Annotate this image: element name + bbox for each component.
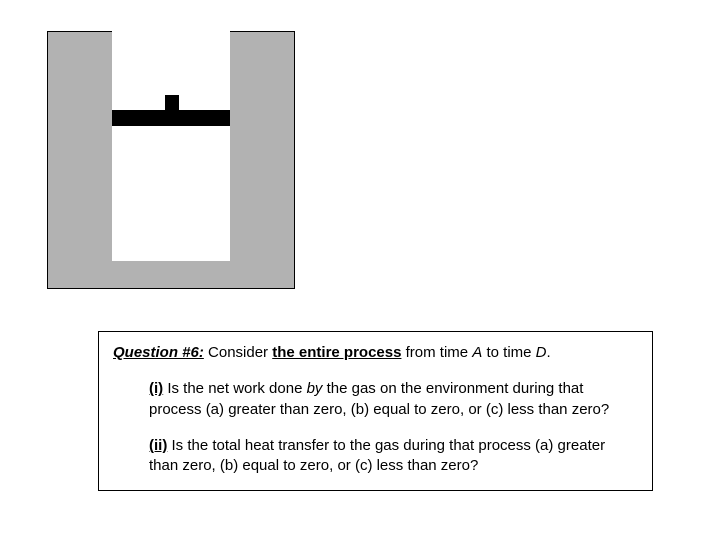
piston	[112, 110, 230, 126]
part-ii-text: Is the total heat transfer to the gas du…	[149, 437, 605, 474]
cylinder-cavity	[112, 31, 230, 261]
question-title: Question #6: Consider the entire process…	[113, 343, 636, 363]
title-text-2: from time	[401, 344, 472, 361]
title-end: .	[547, 344, 551, 361]
part-ii: (ii) Is the total heat transfer to the g…	[149, 436, 636, 477]
part-i-by: by	[307, 380, 323, 397]
part-i: (i) Is the net work done by the gas on t…	[149, 379, 636, 420]
piston-knob	[165, 95, 179, 110]
question-box: Question #6: Consider the entire process…	[98, 331, 653, 491]
time-a: A	[472, 344, 482, 361]
part-ii-label: (ii)	[149, 437, 167, 454]
part-i-text-1: Is the net work done	[163, 380, 306, 397]
time-d: D	[536, 344, 547, 361]
part-i-label: (i)	[149, 380, 163, 397]
title-text-3: to time	[482, 344, 535, 361]
question-label: Question #6:	[113, 344, 204, 361]
title-underlined: the entire process	[272, 344, 401, 361]
title-text-1: Consider	[204, 344, 272, 361]
piston-cylinder-diagram	[47, 31, 295, 289]
